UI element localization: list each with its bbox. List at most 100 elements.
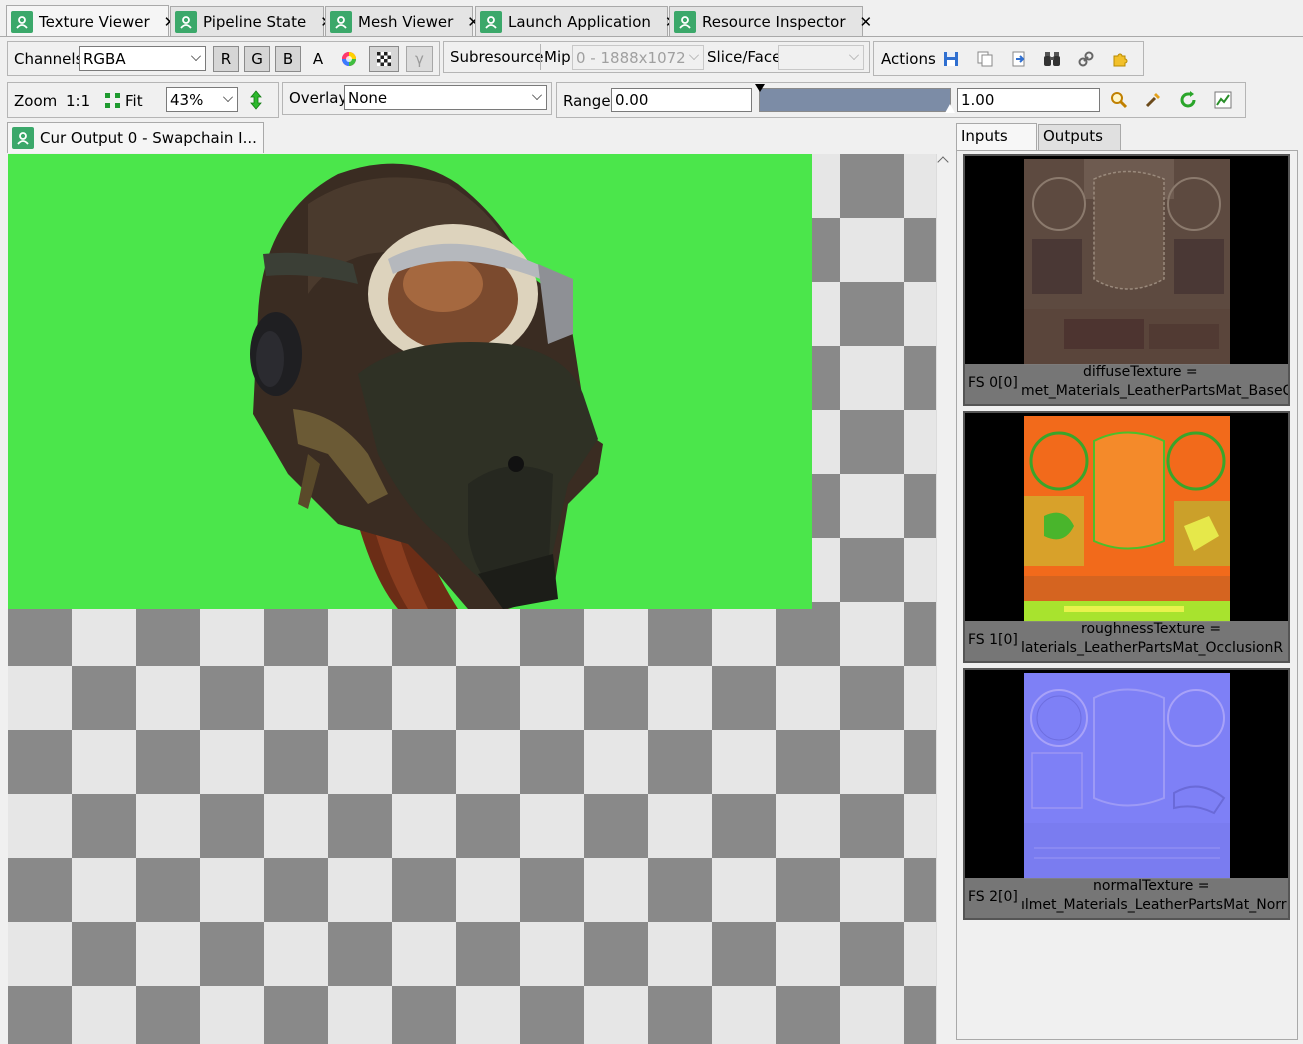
channel-g-label: G bbox=[251, 50, 263, 68]
tab-icon bbox=[11, 10, 33, 33]
slice-face-label: Slice/Face bbox=[707, 48, 782, 66]
tab-launch-application[interactable]: Launch Application ✕ bbox=[475, 6, 677, 36]
viewer-scrollbar[interactable] bbox=[936, 154, 950, 1044]
chevron-down-icon bbox=[223, 92, 233, 102]
channel-a-label: A bbox=[312, 50, 324, 68]
channel-g-button[interactable]: G bbox=[244, 46, 270, 72]
tab-mesh-viewer[interactable]: Mesh Viewer ✕ bbox=[325, 6, 480, 36]
mip-label: Mip bbox=[544, 48, 571, 66]
close-icon[interactable]: ✕ bbox=[852, 13, 873, 31]
fit-button[interactable]: Fit bbox=[125, 92, 143, 110]
thumbnail-slot: FS 2[0] bbox=[968, 889, 1018, 905]
link-icon[interactable] bbox=[1075, 48, 1097, 70]
overlay-value: None bbox=[348, 88, 388, 107]
checkerboard-icon bbox=[377, 52, 391, 66]
flip-vertical-icon[interactable] bbox=[245, 89, 267, 111]
thumbnail-caption: FS 1[0] roughnessTexture = laterials_Lea… bbox=[965, 621, 1288, 661]
viewer-tab-label: Cur Output 0 - Swapchain I... bbox=[40, 129, 257, 147]
range-label: Range bbox=[563, 92, 611, 110]
thumbnail-normal[interactable]: FS 2[0] normalTexture = ılmet_Materials_… bbox=[963, 668, 1290, 920]
tab-label: Texture Viewer bbox=[39, 12, 150, 31]
tab-icon bbox=[480, 10, 502, 33]
thumbnail-name: normalTexture = bbox=[1093, 878, 1210, 894]
thumbnail-resource: ılmet_Materials_LeatherPartsMat_Norr bbox=[1021, 897, 1287, 913]
mip-select[interactable]: 0 - 1888x1072 bbox=[572, 45, 704, 70]
overlay-select[interactable]: None bbox=[344, 85, 547, 110]
tab-icon bbox=[175, 10, 197, 33]
tab-pipeline-state[interactable]: Pipeline State ✕ bbox=[170, 6, 333, 36]
channel-r-button[interactable]: R bbox=[213, 46, 239, 72]
tab-resource-inspector[interactable]: Resource Inspector ✕ bbox=[669, 6, 872, 36]
chevron-down-icon bbox=[849, 50, 859, 60]
copy-icon[interactable] bbox=[974, 48, 996, 70]
thumbnail-roughness[interactable]: FS 1[0] roughnessTexture = laterials_Lea… bbox=[963, 411, 1290, 663]
channel-r-label: R bbox=[220, 50, 232, 68]
divider bbox=[540, 44, 541, 70]
open-resource-icon[interactable] bbox=[1008, 48, 1030, 70]
zoom-value: 43% bbox=[170, 90, 204, 109]
range-black-handle[interactable] bbox=[755, 84, 765, 92]
inputs-tab[interactable]: Inputs bbox=[956, 123, 1037, 151]
outputs-tab-label: Outputs bbox=[1043, 127, 1103, 145]
actions-label: Actions bbox=[881, 50, 936, 68]
thumbnail-name: roughnessTexture = bbox=[1081, 621, 1222, 637]
zoom-select[interactable]: 43% bbox=[166, 87, 238, 112]
tab-label: Launch Application bbox=[508, 12, 651, 31]
thumbnail-caption: FS 0[0] diffuseTexture = met_Materials_L… bbox=[965, 364, 1288, 404]
color-wheel-icon[interactable] bbox=[338, 48, 360, 70]
range-histogram-slider[interactable] bbox=[759, 88, 951, 112]
chevron-up-icon[interactable] bbox=[937, 156, 949, 168]
thumbnail-slot: FS 0[0] bbox=[968, 375, 1018, 391]
auto-fit-range-icon[interactable] bbox=[1142, 89, 1164, 111]
tab-label: Pipeline State bbox=[203, 12, 307, 31]
range-min-input[interactable]: 0.00 bbox=[611, 88, 752, 112]
range-min-value: 0.00 bbox=[615, 91, 649, 109]
gamma-button[interactable]: γ bbox=[406, 46, 433, 72]
inputs-tab-label: Inputs bbox=[961, 127, 1008, 145]
chevron-down-icon bbox=[191, 51, 201, 61]
range-white-handle[interactable] bbox=[945, 104, 955, 113]
tab-icon bbox=[330, 10, 352, 33]
channels-select[interactable]: RGBA bbox=[79, 46, 206, 71]
overlay-label: Overlay bbox=[289, 89, 348, 107]
checkerboard-toggle[interactable] bbox=[369, 46, 399, 72]
thumbnail-diffuse[interactable]: FS 0[0] diffuseTexture = met_Materials_L… bbox=[963, 154, 1290, 406]
tab-icon bbox=[674, 10, 696, 33]
slice-face-select[interactable] bbox=[778, 45, 864, 70]
range-max-input[interactable]: 1.00 bbox=[957, 88, 1100, 112]
zoom-label: Zoom bbox=[14, 92, 58, 110]
diffuse-texture-preview bbox=[1024, 159, 1230, 365]
thumbnail-resource: met_Materials_LeatherPartsMat_BaseC bbox=[1021, 383, 1288, 399]
tab-texture-viewer[interactable]: Texture Viewer ✕ bbox=[6, 5, 176, 37]
thumbnail-name: diffuseTexture = bbox=[1083, 364, 1198, 380]
binoculars-icon[interactable] bbox=[1041, 48, 1063, 70]
viewer-tab[interactable]: Cur Output 0 - Swapchain I... bbox=[7, 122, 264, 153]
subresource-label: Subresource bbox=[450, 48, 544, 66]
thumbnail-caption: FS 2[0] normalTexture = ılmet_Materials_… bbox=[965, 878, 1288, 918]
tab-label: Mesh Viewer bbox=[358, 12, 454, 31]
histogram-icon[interactable] bbox=[1212, 89, 1234, 111]
outputs-tab[interactable]: Outputs bbox=[1038, 124, 1121, 150]
thumbnail-resource: laterials_LeatherPartsMat_OcclusionR bbox=[1021, 640, 1284, 656]
fit-icon bbox=[104, 92, 121, 109]
tab-strip-divider bbox=[0, 36, 1303, 37]
reset-range-icon[interactable] bbox=[1177, 89, 1199, 111]
zoom-range-icon[interactable] bbox=[1108, 89, 1130, 111]
save-icon[interactable] bbox=[940, 48, 962, 70]
range-max-value: 1.00 bbox=[961, 91, 995, 109]
zoom-1to1-button[interactable]: 1:1 bbox=[66, 92, 90, 110]
tab-label: Resource Inspector bbox=[702, 12, 846, 31]
mip-value: 0 - 1888x1072 bbox=[576, 48, 686, 67]
channel-b-label: B bbox=[282, 50, 294, 68]
channels-label: Channels bbox=[14, 50, 84, 68]
channels-value: RGBA bbox=[83, 49, 126, 68]
roughness-texture-preview bbox=[1024, 416, 1230, 622]
channel-a-button[interactable]: A bbox=[305, 46, 331, 72]
chevron-down-icon bbox=[689, 50, 699, 60]
gamma-label: γ bbox=[415, 50, 424, 68]
channel-b-button[interactable]: B bbox=[275, 46, 301, 72]
normal-texture-preview bbox=[1024, 673, 1230, 879]
thumbnail-slot: FS 1[0] bbox=[968, 632, 1018, 648]
puzzle-icon[interactable] bbox=[1109, 48, 1131, 70]
chevron-down-icon bbox=[532, 90, 542, 100]
